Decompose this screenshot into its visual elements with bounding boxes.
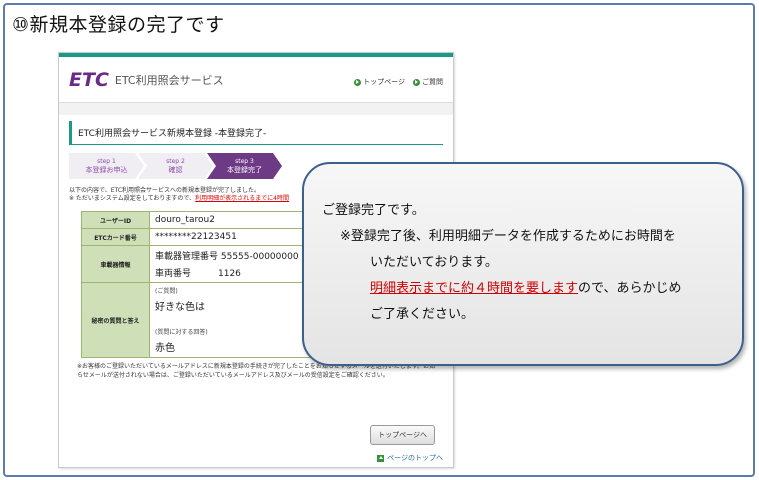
header-links: トップページ ご質問 [354,77,443,87]
note-line-2-prefix: ※ ただいまシステム設定をしておりますので、 [69,195,196,202]
user-id-label: ユーザーID [81,211,150,229]
step-1-num: step 1 [97,158,116,165]
callout-line-4: 明細表示までに約４時間を要しますので、あらかじめ [322,276,722,302]
callout-box: ご登録完了です。 ※登録完了後、利用明細データを作成するためにお時間を いただい… [302,162,744,366]
card-label: ETCカード番号 [81,228,150,246]
step-3-num: step 3 [235,158,254,165]
secret-label: 秘密の質問と答え [81,282,150,358]
arrow-up-icon [377,454,385,462]
step-2: step 2 確認 [138,153,213,179]
callout-line-5: ご了承ください。 [370,307,475,322]
callout-line-4-rest: ので、あらかじめ [578,281,682,296]
note-line-2-red: 利用明細が表示されるまでに4時間 [195,195,289,202]
vehicle-label: 車載器情報 [81,245,150,283]
step-2-num: step 2 [166,158,185,165]
callout-line-3: いただいております。 [370,255,498,270]
etc-logo[interactable]: ETC [69,69,109,91]
brand-name: ETC利用照会サービス [114,73,224,87]
site-header: ETC ETC利用照会サービス トップページ ご質問 [59,57,453,103]
arrow-icon [413,78,420,86]
top-page-button[interactable]: トップページへ [370,425,435,445]
slide-title: ⑩新規本登録の完了です [12,14,225,36]
page-heading: ETC利用照会サービス新規本登録 -本登録完了- [69,121,443,145]
email-notice-line-2: らせメールが送付されない場合は、ご登録いただいているメールアドレス及びメールの受… [77,372,389,379]
faq-link[interactable]: ご質問 [413,77,443,87]
callout-red-text: 明細表示までに約４時間を要します [370,281,579,296]
faq-link-label: ご質問 [422,78,443,86]
step-1-label: 本登録お申込 [85,166,128,174]
step-3-label: 本登録完了 [227,166,262,174]
top-page-link[interactable]: トップページ [354,77,405,87]
callout-line-2: ※登録完了後、利用明細データを作成するためにお時間を [340,229,676,244]
arrow-icon [354,78,362,86]
callout-line-1: ご登録完了です。 [322,203,425,218]
top-page-link-label: トップページ [363,78,405,86]
step-3: step 3 本登録完了 [207,153,282,179]
page-top-link[interactable]: ページのトップへ [377,453,443,463]
step-2-label: 確認 [168,166,183,174]
step-1: step 1 本登録お申込 [69,153,144,179]
header-gap [59,103,453,115]
page-top-label: ページのトップへ [387,454,443,462]
